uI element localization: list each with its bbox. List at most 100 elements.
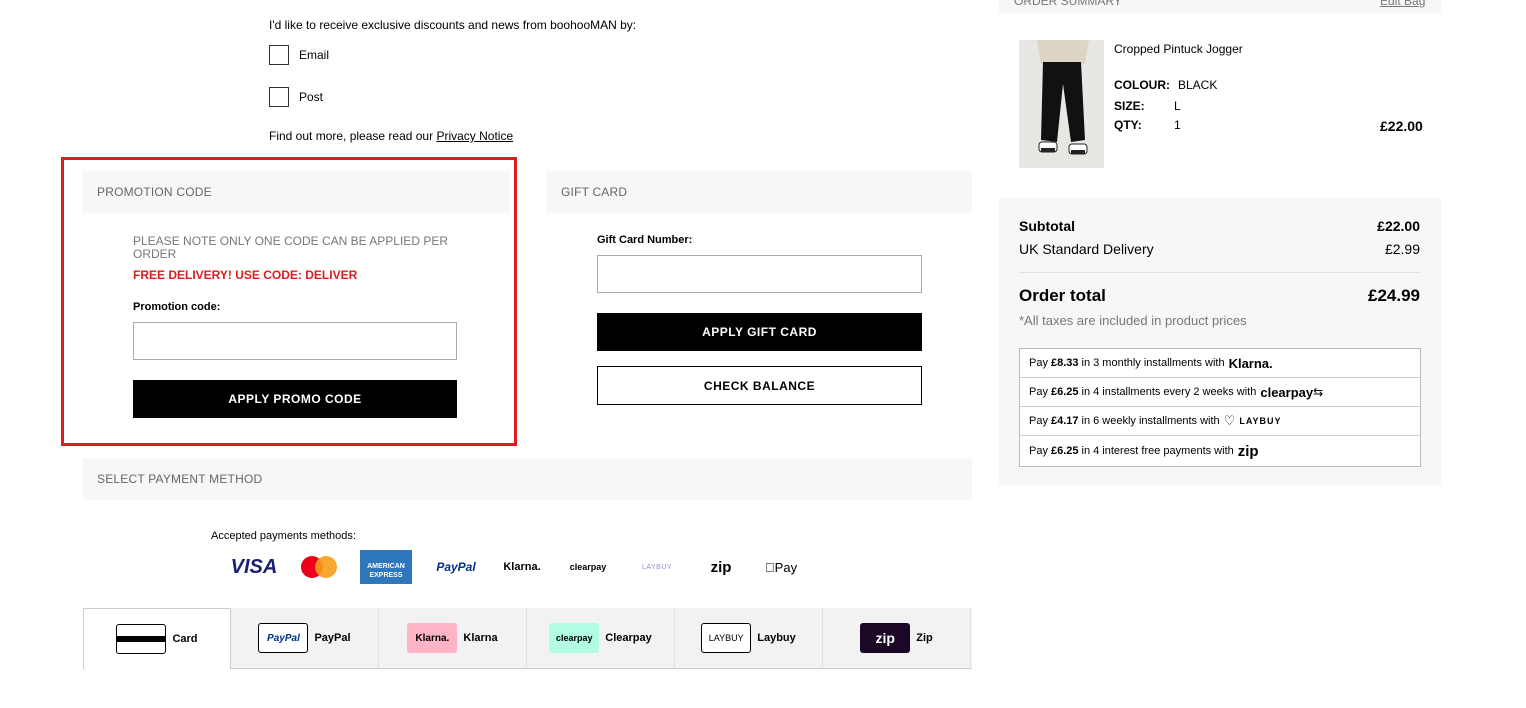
bnpl-options: Pay £8.33 in 3 monthly installments with Kl… xyxy=(1019,348,1421,467)
delivery-value: £2.99 xyxy=(1384,241,1420,257)
product-image[interactable] xyxy=(1019,40,1104,168)
bnpl-text: in 3 monthly installments with xyxy=(1081,357,1225,369)
jogger-illustration xyxy=(1019,40,1104,168)
bnpl-pre: Pay xyxy=(1029,386,1048,398)
promo-code-label: Promotion code: xyxy=(133,301,221,313)
clearpay-brand-icon: clearpay xyxy=(1260,384,1314,400)
bnpl-amount: £6.25 xyxy=(1050,386,1079,398)
post-checkbox[interactable] xyxy=(269,87,289,107)
tab-clearpay[interactable]: clearpay Clearpay xyxy=(527,608,675,668)
subtotal-value: £22.00 xyxy=(1377,218,1420,234)
zip-brand-icon: zip xyxy=(1237,442,1259,460)
laybuy-heart-icon: ♡ xyxy=(1223,413,1236,428)
free-delivery-message: FREE DELIVERY! USE CODE: DELIVER xyxy=(133,268,358,282)
product-qty: QTY: 1 xyxy=(1114,118,1181,132)
gift-card-header-text: GIFT CARD xyxy=(561,185,628,199)
order-total-value: £24.99 xyxy=(1368,286,1420,305)
privacy-notice-link[interactable]: Privacy Notice xyxy=(436,129,513,143)
zip-icon: zip xyxy=(860,623,911,653)
klarna-brand-icon: Klarna. xyxy=(1228,355,1273,371)
check-balance-button[interactable]: CHECK BALANCE xyxy=(597,366,922,405)
bnpl-zip-row[interactable]: Pay £6.25 in 4 interest free payments with… xyxy=(1020,436,1420,466)
size-value: L xyxy=(1174,99,1181,113)
gift-card-input[interactable] xyxy=(597,255,922,293)
bnpl-text: in 4 installments every 2 weeks with xyxy=(1081,386,1257,398)
size-label: SIZE: xyxy=(1114,99,1145,113)
accepted-payments-label: Accepted payments methods: xyxy=(211,530,356,542)
tab-clearpay-label: Clearpay xyxy=(605,632,652,644)
privacy-prefix: Find out more, please read our xyxy=(269,129,437,143)
gift-card-header: GIFT CARD xyxy=(547,171,972,213)
apply-promo-button[interactable]: APPLY PROMO CODE xyxy=(133,380,457,418)
bnpl-amount: £8.33 xyxy=(1050,357,1079,369)
apple-pay-logo: Pay xyxy=(760,550,802,584)
marketing-intro: I'd like to receive exclusive discounts … xyxy=(269,18,637,32)
product-name: Cropped Pintuck Jogger xyxy=(1114,42,1243,56)
bnpl-amount: £4.17 xyxy=(1050,415,1079,427)
post-opt-in[interactable]: Post xyxy=(269,87,323,107)
zip-logo: zip xyxy=(710,558,732,576)
gift-card-label: Gift Card Number: xyxy=(597,234,693,246)
order-summary-title: ORDER SUMMARY xyxy=(1014,0,1122,8)
apple-pay-text: Pay xyxy=(769,559,797,575)
colour-label: COLOUR: xyxy=(1114,78,1170,92)
tab-card[interactable]: Card xyxy=(83,608,231,669)
laybuy-logo: LAYBUY xyxy=(641,563,673,571)
edit-bag-link[interactable]: Edit Bag xyxy=(1380,0,1425,8)
tab-paypal[interactable]: PayPal PayPal xyxy=(231,608,379,668)
mastercard-logo xyxy=(298,550,342,584)
laybuy-icon: LAYBUY xyxy=(701,623,752,653)
privacy-line: Find out more, please read our Privacy N… xyxy=(269,129,513,143)
bnpl-amount: £6.25 xyxy=(1050,445,1079,457)
tab-laybuy[interactable]: LAYBUY Laybuy xyxy=(675,608,823,668)
bnpl-klarna-row[interactable]: Pay £8.33 in 3 monthly installments with Kl… xyxy=(1020,349,1420,378)
delivery-row: UK Standard Delivery £2.99 xyxy=(1019,241,1420,257)
clearpay-logo: clearpay xyxy=(569,562,607,572)
email-opt-in[interactable]: Email xyxy=(269,45,329,65)
clearpay-arrows-icon: ⇆ xyxy=(1313,385,1324,399)
apply-gift-card-button[interactable]: APPLY GIFT CARD xyxy=(597,313,922,351)
colour-value: BLACK xyxy=(1178,78,1218,92)
bnpl-laybuy-row[interactable]: Pay £4.17 in 6 weekly installments with ♡ LA… xyxy=(1020,407,1420,436)
totals-divider xyxy=(1019,272,1420,273)
post-label: Post xyxy=(299,90,324,104)
payment-header-text: SELECT PAYMENT METHOD xyxy=(97,472,263,486)
bnpl-clearpay-row[interactable]: Pay £6.25 in 4 installments every 2 weeks … xyxy=(1020,378,1420,407)
email-label: Email xyxy=(299,48,330,62)
product-price: £22.00 xyxy=(1380,118,1423,134)
amex-logo: AMERICAN EXPRESS xyxy=(360,550,412,584)
tab-paypal-label: PayPal xyxy=(314,632,351,644)
order-total-row: Order total £24.99 xyxy=(1019,286,1420,306)
laybuy-brand-icon: LAYBUY xyxy=(1239,416,1282,426)
paypal-logo: PayPal xyxy=(436,560,476,574)
card-icon xyxy=(116,624,167,654)
clearpay-icon: clearpay xyxy=(549,623,600,653)
paypal-icon: PayPal xyxy=(258,623,309,653)
subtotal-row: Subtotal £22.00 xyxy=(1019,218,1420,234)
klarna-logo: Klarna. xyxy=(503,561,541,573)
tab-zip[interactable]: zip Zip xyxy=(823,608,971,668)
tab-klarna[interactable]: Klarna. Klarna xyxy=(379,608,527,668)
promo-note: PLEASE NOTE ONLY ONE CODE CAN BE APPLIED… xyxy=(133,234,448,261)
email-checkbox[interactable] xyxy=(269,45,289,65)
subtotal-label: Subtotal xyxy=(1019,218,1075,234)
accepted-payment-logos: VISA AMERICAN EXPRESS PayPal Klarna. cle… xyxy=(228,550,820,584)
payment-tabs: Card PayPal PayPal Klarna. Klarna clearp… xyxy=(83,608,972,669)
order-total-label: Order total xyxy=(1019,286,1106,305)
tab-card-label: Card xyxy=(172,633,198,645)
tab-laybuy-label: Laybuy xyxy=(757,632,796,644)
bnpl-text: in 4 interest free payments with xyxy=(1081,445,1234,457)
tax-note: *All taxes are included in product price… xyxy=(1019,313,1247,328)
product-colour: COLOUR: BLACK xyxy=(1114,78,1217,92)
tab-klarna-label: Klarna xyxy=(463,632,498,644)
delivery-label: UK Standard Delivery xyxy=(1019,241,1154,257)
tab-zip-label: Zip xyxy=(916,632,933,644)
bnpl-pre: Pay xyxy=(1029,357,1048,369)
qty-value: 1 xyxy=(1174,118,1181,132)
visa-logo: VISA xyxy=(230,555,278,578)
klarna-icon: Klarna. xyxy=(407,623,458,653)
bnpl-pre: Pay xyxy=(1029,445,1048,457)
bnpl-text: in 6 weekly installments with xyxy=(1081,415,1220,427)
payment-header: SELECT PAYMENT METHOD xyxy=(83,458,972,500)
promo-code-input[interactable] xyxy=(133,322,457,360)
